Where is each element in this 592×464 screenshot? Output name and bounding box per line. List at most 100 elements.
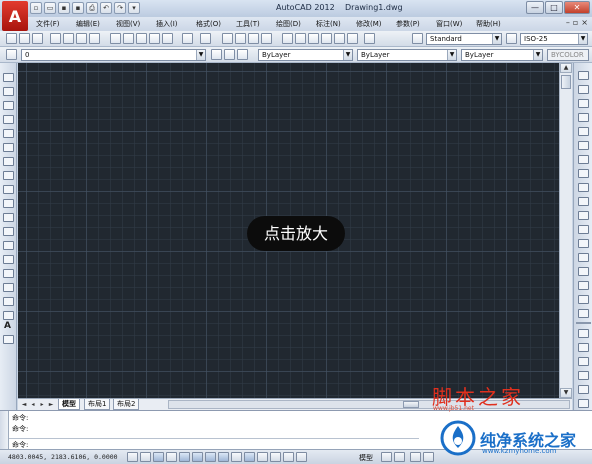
region-icon[interactable] (3, 297, 14, 306)
doc-minimize-icon[interactable]: – (566, 18, 570, 27)
arc-icon[interactable] (3, 143, 14, 152)
quick-view-layouts-icon[interactable] (381, 452, 392, 462)
revision-cloud-icon[interactable] (3, 171, 14, 180)
polygon-icon[interactable] (3, 115, 14, 124)
plot-preview-icon[interactable] (63, 33, 74, 44)
menu-modify[interactable]: 修改(M) (348, 19, 388, 29)
extend-icon[interactable] (578, 211, 589, 220)
properties-icon[interactable] (282, 33, 293, 44)
layer-properties-icon[interactable] (6, 49, 17, 60)
grid-display-icon[interactable] (153, 452, 164, 462)
menu-window[interactable]: 窗口(W) (428, 19, 468, 29)
scroll-up-icon[interactable]: ▲ (560, 63, 572, 73)
draw-order-back-icon[interactable] (578, 343, 589, 352)
paste-icon[interactable] (136, 33, 147, 44)
quick-properties-icon[interactable] (283, 452, 294, 462)
application-menu-button[interactable]: A (2, 1, 28, 31)
save-as-icon[interactable]: ▪ (72, 2, 84, 14)
next-tab-icon[interactable]: ▸ (38, 400, 46, 409)
bring-above-icon[interactable] (578, 357, 589, 366)
stretch-icon[interactable] (578, 183, 589, 192)
block-editor-icon[interactable] (162, 33, 173, 44)
print-icon[interactable]: ⎙ (86, 2, 98, 14)
dim-style-select[interactable]: ISO-25 ▼ (520, 33, 588, 45)
3d-dwf-icon[interactable] (89, 33, 100, 44)
undo-tb-icon[interactable] (182, 33, 193, 44)
object-snap-tracking-icon[interactable] (218, 452, 229, 462)
hscroll-thumb[interactable] (403, 401, 419, 408)
text-style-icon[interactable] (412, 33, 423, 44)
transparency-icon[interactable] (270, 452, 281, 462)
array-icon[interactable] (578, 127, 589, 136)
fillet-icon[interactable] (578, 281, 589, 290)
chamfer-icon[interactable] (578, 267, 589, 276)
quick-view-drawings-icon[interactable] (394, 452, 405, 462)
polyline-icon[interactable] (3, 101, 14, 110)
linetype-select[interactable]: ByLayer ▼ (357, 49, 457, 61)
customize-dropdown-icon[interactable]: ▾ (128, 2, 140, 14)
join-icon[interactable] (578, 253, 589, 262)
menu-file[interactable]: 文件(F) (28, 19, 68, 29)
bring-text-front-icon[interactable] (578, 385, 589, 394)
dynamic-ucs-icon[interactable] (231, 452, 242, 462)
ortho-mode-icon[interactable] (166, 452, 177, 462)
text-style-select[interactable]: Standard ▼ (426, 33, 502, 45)
menu-insert[interactable]: 插入(I) (148, 19, 188, 29)
rotate-icon[interactable] (578, 155, 589, 164)
first-tab-icon[interactable]: ◄ (20, 400, 28, 409)
plot-icon[interactable] (50, 33, 61, 44)
ellipse-icon[interactable] (3, 199, 14, 208)
line-icon[interactable] (3, 73, 14, 82)
3d-object-snap-icon[interactable] (205, 452, 216, 462)
menu-draw[interactable]: 绘图(D) (268, 19, 308, 29)
send-hatch-back-icon[interactable] (578, 399, 589, 408)
tool-palettes-icon[interactable] (308, 33, 319, 44)
circle-icon[interactable] (3, 157, 14, 166)
menu-view[interactable]: 视图(V) (108, 19, 148, 29)
tab-layout2[interactable]: 布局2 (113, 399, 140, 410)
infer-constraints-icon[interactable] (127, 452, 138, 462)
sheet-set-icon[interactable] (321, 33, 332, 44)
color-select[interactable]: ByLayer ▼ (258, 49, 353, 61)
dynamic-input-icon[interactable] (244, 452, 255, 462)
tab-layout1[interactable]: 布局1 (84, 399, 111, 410)
lineweight-toggle-icon[interactable] (257, 452, 268, 462)
undo-icon[interactable]: ↶ (100, 2, 112, 14)
multiline-text-icon[interactable]: A (4, 321, 11, 331)
add-selected-icon[interactable] (3, 335, 14, 344)
tab-model[interactable]: 模型 (58, 399, 80, 410)
menu-tools[interactable]: 工具(T) (228, 19, 268, 29)
save-icon[interactable]: ▪ (58, 2, 70, 14)
gradient-icon[interactable] (3, 283, 14, 292)
qnew-icon[interactable] (6, 33, 17, 44)
object-snap-icon[interactable] (192, 452, 203, 462)
scroll-down-icon[interactable]: ▼ (560, 388, 572, 398)
redo-icon[interactable]: ↷ (114, 2, 126, 14)
annotation-scale-icon[interactable] (410, 452, 421, 462)
insert-block-icon[interactable] (3, 227, 14, 236)
menu-format[interactable]: 格式(O) (188, 19, 228, 29)
break-icon[interactable] (578, 239, 589, 248)
zoom-window-icon[interactable] (248, 33, 259, 44)
zoom-previous-icon[interactable] (261, 33, 272, 44)
model-space-label[interactable]: 模型 (359, 453, 373, 463)
open-file-icon[interactable] (19, 33, 30, 44)
snap-mode-icon[interactable] (140, 452, 151, 462)
point-icon[interactable] (3, 255, 14, 264)
publish-icon[interactable] (76, 33, 87, 44)
draw-order-front-icon[interactable] (578, 329, 589, 338)
minimize-button[interactable]: — (526, 1, 544, 14)
layer-state-icon[interactable] (237, 49, 248, 60)
command-input[interactable]: 命令: (9, 438, 419, 449)
menu-parametric[interactable]: 参数(P) (388, 19, 428, 29)
save-file-icon[interactable] (32, 33, 43, 44)
pan-icon[interactable] (222, 33, 233, 44)
mirror-icon[interactable] (578, 99, 589, 108)
make-current-layer-icon[interactable] (211, 49, 222, 60)
zoom-hint-overlay[interactable]: 点击放大 (247, 216, 345, 251)
send-under-icon[interactable] (578, 371, 589, 380)
doc-restore-icon[interactable]: ▫ (573, 18, 578, 27)
selection-cycling-icon[interactable] (296, 452, 307, 462)
new-icon[interactable]: ▫ (30, 2, 42, 14)
command-window-grip[interactable] (0, 411, 9, 450)
